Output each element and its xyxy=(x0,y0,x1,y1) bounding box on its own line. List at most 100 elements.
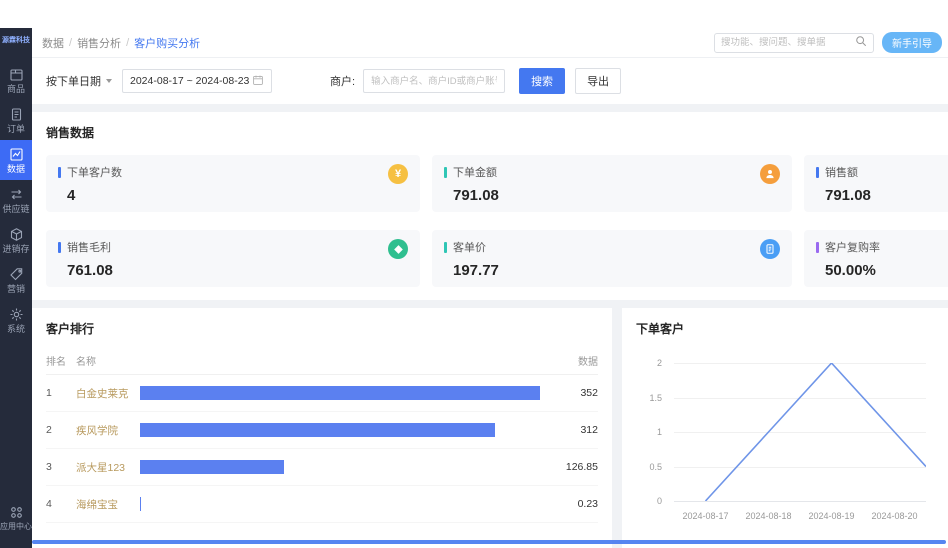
rank-value: 352 xyxy=(548,387,598,399)
brand-logo: 源霖科技 xyxy=(0,28,32,52)
stat-value: 4 xyxy=(67,187,408,204)
x-tick-label: 2024-08-20 xyxy=(871,511,917,521)
card-accent-bar xyxy=(58,167,61,178)
stat-label: 下单金额 xyxy=(453,164,497,180)
sidebar-item-label: 应用中心 xyxy=(0,522,32,532)
sidebar-item-marketing[interactable]: 营销 xyxy=(0,260,32,300)
column-header-value: 数据 xyxy=(548,353,598,368)
dashboard-page: 源霖科技 商品 订单 数据 xyxy=(0,0,948,548)
y-tick-label: 0.5 xyxy=(649,462,662,472)
stat-card-sales-amount: 销售额 791.08 xyxy=(804,155,948,212)
breadcrumb-item[interactable]: 销售分析 xyxy=(77,35,121,51)
section-divider xyxy=(32,104,948,112)
stat-label: 下单客户数 xyxy=(67,164,122,180)
rank-number: 3 xyxy=(46,461,76,473)
x-axis-line xyxy=(674,501,926,502)
line-series xyxy=(674,363,926,501)
date-range-input[interactable]: 2024-08-17 ~ 2024-08-23 xyxy=(122,69,272,93)
line-chart: 2 1.5 1 0.5 0 2024-08-17 2024-08-18 xyxy=(636,345,934,535)
sidebar-item-label: 数据 xyxy=(7,164,25,174)
stat-card-order-customers: 下单客户数 ¥ 4 xyxy=(46,155,420,212)
ranking-bar xyxy=(140,460,540,474)
stat-label: 销售额 xyxy=(825,164,858,180)
merchant-label: 商户: xyxy=(330,73,355,89)
sidebar-item-goods[interactable]: 商品 xyxy=(0,60,32,100)
rank-value: 312 xyxy=(548,424,598,436)
y-tick-label: 1.5 xyxy=(649,393,662,403)
breadcrumb: 数据 / 销售分析 / 客户购买分析 xyxy=(42,35,200,51)
sidebar-item-label: 供应链 xyxy=(2,204,29,214)
date-type-select[interactable]: 按下单日期 xyxy=(46,73,112,89)
sidebar-item-app-center[interactable]: 应用中心 xyxy=(0,498,32,538)
section-divider xyxy=(32,300,948,308)
chart-line-icon xyxy=(9,147,24,162)
app-grid-icon xyxy=(9,505,24,520)
y-axis: 2 1.5 1 0.5 0 xyxy=(636,363,668,501)
sidebar-item-label: 营销 xyxy=(7,284,25,294)
filter-bar: 按下单日期 2024-08-17 ~ 2024-08-23 商户: 搜索 导出 xyxy=(32,58,948,104)
breadcrumb-item[interactable]: 数据 xyxy=(42,35,64,51)
chevron-down-icon xyxy=(106,79,112,83)
user-icon xyxy=(760,164,780,184)
export-button[interactable]: 导出 xyxy=(575,68,621,94)
rank-number: 4 xyxy=(46,498,76,510)
card-accent-bar xyxy=(816,242,819,253)
sidebar-item-inventory[interactable]: 进销存 xyxy=(0,220,32,260)
ranking-bar xyxy=(140,423,540,437)
panel-title: 销售数据 xyxy=(46,124,948,141)
cube-icon xyxy=(9,227,24,242)
topbar: 数据 / 销售分析 / 客户购买分析 新手引导 xyxy=(32,28,948,58)
sidebar-item-data[interactable]: 数据 xyxy=(0,140,32,180)
customer-name[interactable]: 白金史莱克 xyxy=(76,386,140,401)
customer-name[interactable]: 派大星123 xyxy=(76,460,140,475)
table-header: 排名 名称 数据 xyxy=(46,347,598,375)
table-row: 2 疾风学院 312 xyxy=(46,412,598,449)
arrows-exchange-icon xyxy=(9,187,24,202)
topbar-right: 新手引导 xyxy=(714,32,942,53)
sidebar-item-system[interactable]: 系统 xyxy=(0,300,32,340)
document-icon xyxy=(760,239,780,259)
guide-button[interactable]: 新手引导 xyxy=(882,32,942,53)
table-row: 4 海绵宝宝 0.23 xyxy=(46,486,598,523)
sidebar-item-label: 订单 xyxy=(7,124,25,134)
x-tick-label: 2024-08-18 xyxy=(745,511,791,521)
scrollbar-thumb[interactable] xyxy=(32,540,946,544)
search-icon[interactable] xyxy=(855,34,867,52)
table-row: 3 派大星123 126.85 xyxy=(46,449,598,486)
y-tick-label: 0 xyxy=(657,496,662,506)
breadcrumb-separator: / xyxy=(69,37,72,49)
sidebar-item-supply-chain[interactable]: 供应链 xyxy=(0,180,32,220)
column-header-name: 名称 xyxy=(76,353,140,368)
search-button[interactable]: 搜索 xyxy=(519,68,565,94)
customer-ranking-panel: 客户排行 排名 名称 数据 1 白金史莱克 352 2 疾风学院 312 3 xyxy=(32,308,612,548)
sidebar-item-label: 商品 xyxy=(7,84,25,94)
stat-label: 销售毛利 xyxy=(67,239,111,255)
customer-name[interactable]: 疾风学院 xyxy=(76,423,140,438)
stat-value: 791.08 xyxy=(825,187,948,204)
merchant-search-input[interactable] xyxy=(363,69,505,93)
card-accent-bar xyxy=(816,167,819,178)
stat-value: 197.77 xyxy=(453,262,780,279)
sidebar: 源霖科技 商品 订单 数据 xyxy=(0,28,32,548)
rank-number: 1 xyxy=(46,387,76,399)
x-axis: 2024-08-17 2024-08-18 2024-08-19 2024-08… xyxy=(674,511,926,523)
table-row: 1 白金史莱克 352 xyxy=(46,375,598,412)
sales-data-panel: 销售数据 下单客户数 ¥ 4 下单金额 791.08 xyxy=(32,112,948,300)
order-customers-panel: 下单客户 2 1.5 1 0.5 0 202 xyxy=(622,308,948,548)
stat-label: 客单价 xyxy=(453,239,486,255)
order-document-icon xyxy=(9,107,24,122)
x-tick-label: 2024-08-17 xyxy=(682,511,728,521)
column-header-rank: 排名 xyxy=(46,353,76,368)
yuan-icon: ¥ xyxy=(388,164,408,184)
global-search-input[interactable] xyxy=(721,37,851,48)
global-search-box xyxy=(714,33,874,53)
customer-name[interactable]: 海绵宝宝 xyxy=(76,497,140,512)
plot-area[interactable] xyxy=(674,363,926,501)
stat-card-order-amount: 下单金额 791.08 xyxy=(432,155,792,212)
sidebar-item-orders[interactable]: 订单 xyxy=(0,100,32,140)
stat-card-repurchase-rate: 客户复购率 50.00% xyxy=(804,230,948,287)
stat-label: 客户复购率 xyxy=(825,239,880,255)
sidebar-item-label: 进销存 xyxy=(2,244,29,254)
card-accent-bar xyxy=(444,167,447,178)
y-tick-label: 1 xyxy=(657,427,662,437)
